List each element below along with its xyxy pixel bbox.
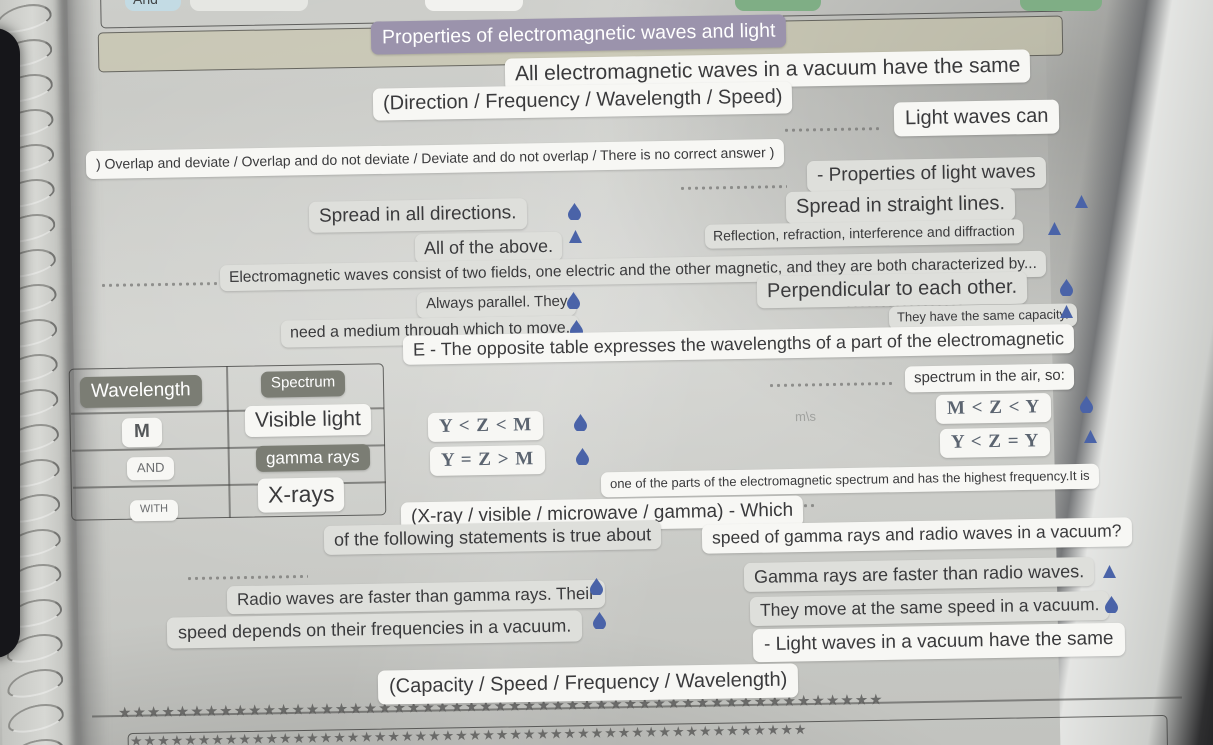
chip-light-waves-can[interactable]: Light waves can — [893, 99, 1060, 137]
table-header-wavelength[interactable]: Wavelength — [79, 374, 202, 408]
table-header-spectrum[interactable]: Spectrum — [260, 370, 346, 398]
table-cell-left-2[interactable]: AND — [126, 456, 175, 481]
equation-chip-4[interactable]: Y < Z = Y — [939, 427, 1051, 458]
photo-scene: ★★★★★★★★★★★★★★★★★★★★★★★★★★★★★★★★★★★★★★★★… — [0, 0, 1213, 745]
table-cell-right-3[interactable]: X-rays — [257, 477, 345, 513]
table-cell-left-3[interactable]: WITH — [129, 499, 179, 522]
equation-chip-3[interactable]: M < Z < Y — [935, 392, 1052, 424]
faded-units-text: m\s — [794, 408, 817, 425]
chip-spread-straight-lines[interactable]: Spread in straight lines. — [785, 188, 1016, 224]
top-chip-5[interactable] — [1020, 0, 1102, 11]
chip-table-intro-2[interactable]: spectrum in the air, so: — [904, 363, 1075, 393]
top-chip-4[interactable] — [735, 0, 821, 11]
top-chip-and-label: And — [133, 0, 158, 7]
chip-light-vacuum-same[interactable]: - Light waves in a vacuum have the same — [752, 622, 1125, 662]
equation-chip-1[interactable]: Y < Z < M — [427, 410, 544, 442]
chip-perpendicular[interactable]: Perpendicular to each other. — [756, 271, 1028, 309]
chip-always-parallel[interactable]: Always parallel. They — [416, 289, 577, 318]
table-cell-left-1[interactable]: M — [121, 417, 163, 447]
table-cell-right-2[interactable]: gamma rays — [255, 444, 370, 473]
chip-spread-all-directions[interactable]: Spread in all directions. — [308, 198, 527, 233]
equation-chip-2[interactable]: Y = Z > M — [429, 444, 546, 476]
device-bezel — [0, 28, 20, 658]
chip-properties-light-waves[interactable]: - Properties of light waves — [806, 156, 1046, 192]
top-chip-3[interactable] — [425, 0, 523, 11]
top-chip-2[interactable] — [190, 0, 308, 11]
table-cell-right-1[interactable]: Visible light — [244, 403, 372, 438]
